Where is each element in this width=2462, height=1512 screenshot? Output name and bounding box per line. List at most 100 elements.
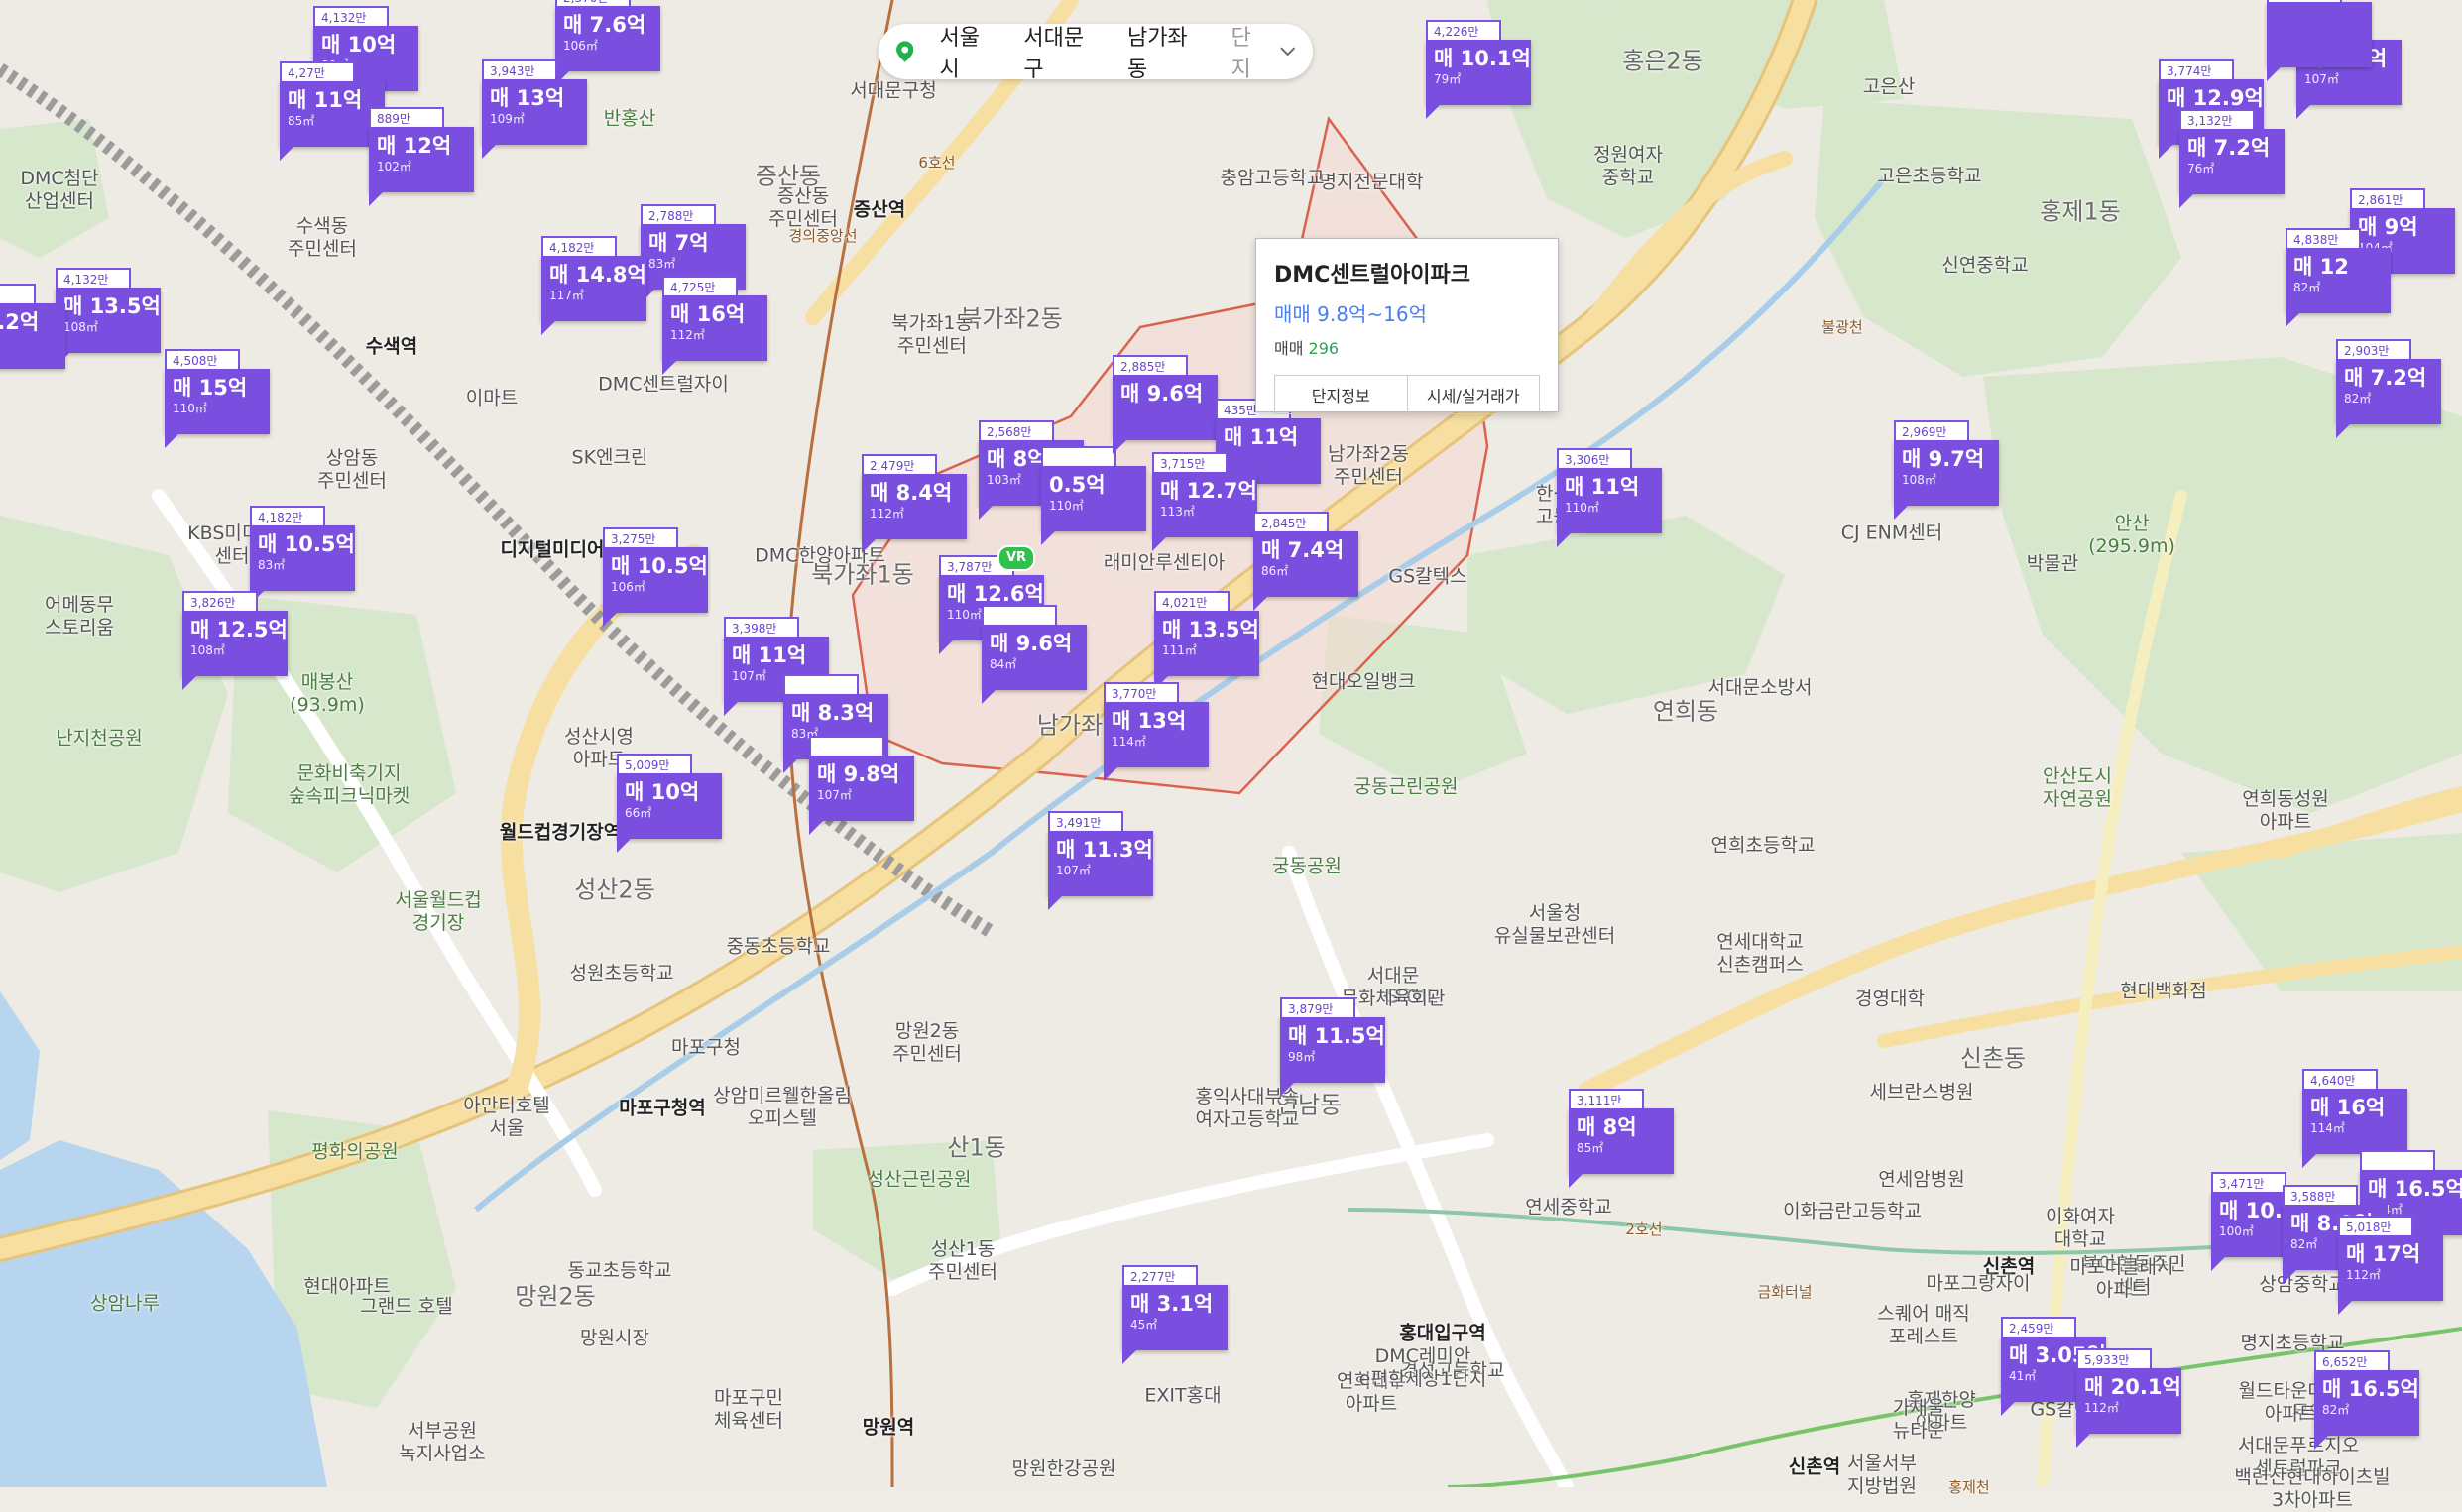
marker-pointer xyxy=(2286,313,2299,327)
map-label: 수색동 주민센터 xyxy=(288,215,357,260)
price-per-pyeong: 5,018만 xyxy=(2338,1216,2413,1235)
price-per-pyeong: 4,226만 xyxy=(1426,20,1501,40)
price-marker[interactable]: 매 9.8억 107㎡ xyxy=(809,736,914,835)
marker-body: 매 17억 112㎡ xyxy=(2338,1235,2443,1301)
price-marker[interactable]: 3,491만매 11.3억 107㎡ xyxy=(1048,811,1153,910)
sale-price: 매 7.4억 xyxy=(1261,538,1345,562)
price-marker[interactable]: 5,933만 매 20.1억 112㎡ xyxy=(2076,1348,2181,1448)
price-marker[interactable]: 4,182만 매 14.8억 117㎡ xyxy=(541,236,646,335)
map-label: 마포구청 xyxy=(671,1036,741,1059)
map-label: 증산역 xyxy=(853,198,906,221)
price-marker[interactable]: 0.5억 110㎡ xyxy=(1041,446,1146,545)
sale-price: 매 10억 xyxy=(625,780,700,804)
price-marker[interactable]: 3,715만 매 12.7억 113㎡ xyxy=(1152,452,1257,551)
price-per-pyeong: 3,491만 xyxy=(1048,811,1123,831)
sale-price: 매 9.6억 xyxy=(990,632,1073,655)
unit-area: 110㎡ xyxy=(1049,499,1084,513)
marker-pointer xyxy=(783,759,797,773)
unit-area: 85㎡ xyxy=(1577,1141,1604,1155)
price-marker[interactable]: 매 9.6억 84㎡ xyxy=(982,605,1087,704)
price-marker[interactable]: 4,508만 매 15억 110㎡ xyxy=(165,349,270,448)
marker-body: 매 8억 85㎡ xyxy=(1569,1108,1674,1174)
marker-body xyxy=(2267,2,2372,67)
marker-pointer xyxy=(2159,145,2172,159)
unit-area: 107㎡ xyxy=(1056,864,1091,877)
marker-pointer xyxy=(1569,1174,1583,1188)
price-marker[interactable]: 3,111만 매 8억 85㎡ xyxy=(1569,1089,1674,1188)
price-marker[interactable]: 3,132만 매 7.2억 76㎡ xyxy=(2179,109,2285,208)
price-per-pyeong: 2,903만 xyxy=(2336,339,2411,359)
unit-area: 82㎡ xyxy=(2293,281,2321,294)
price-per-pyeong: 3,943만 xyxy=(482,59,557,79)
price-marker[interactable]: 4,838만 매 12 82㎡ xyxy=(2286,228,2391,327)
sale-price: 매 8억 xyxy=(1577,1115,1637,1139)
price-marker[interactable]: 5,018만 매 17억 112㎡ xyxy=(2338,1216,2443,1315)
breadcrumb-district[interactable]: 서대문구 xyxy=(1023,20,1102,83)
sale-price: 매 12.6억 xyxy=(947,582,1044,606)
price-marker[interactable]: 4,132만 매 13.5억 108㎡ xyxy=(56,268,161,367)
map-label: 금화터널 xyxy=(1757,1283,1813,1301)
sale-price: 매 11억 xyxy=(1565,475,1640,499)
map-label: 동교초등학교 xyxy=(567,1259,672,1282)
complex-info-button[interactable]: 단지정보 xyxy=(1275,376,1407,413)
marker-body: 0.5억 110㎡ xyxy=(1041,466,1146,531)
price-marker[interactable]: 889만 매 12억 102㎡ xyxy=(369,107,474,206)
price-marker[interactable]: 2,885만 매 9.6억 xyxy=(1113,355,1218,454)
price-marker[interactable]: 3,275만 매 10.5억 106㎡ xyxy=(603,527,708,627)
map-label: 월드컵경기장역 xyxy=(499,821,622,844)
price-per-pyeong: 2,459만 xyxy=(2001,1317,2076,1337)
marker-pointer xyxy=(1041,531,1055,545)
price-marker[interactable]: 5,009만 매 10억 66㎡ xyxy=(617,754,722,853)
price-marker[interactable]: 6,652만 매 16.5억 82㎡ xyxy=(2314,1350,2419,1450)
sale-price: 매 16억 xyxy=(2310,1096,2386,1119)
map-label: 성산1동 주민센터 xyxy=(928,1238,997,1283)
price-per-pyeong xyxy=(2360,1150,2435,1170)
price-per-pyeong xyxy=(783,674,859,694)
price-marker[interactable]: 2,479만 매 8.4억 112㎡ xyxy=(862,454,967,553)
price-marker[interactable]: 107만 xyxy=(2267,0,2372,81)
price-marker[interactable]: 4,021만 매 13.5억 111㎡ xyxy=(1154,591,1259,690)
price-per-pyeong: 889만 xyxy=(369,107,444,127)
marker-body: 매 13.5억 111㎡ xyxy=(1154,611,1259,676)
complex-type-dropdown[interactable]: 단지 xyxy=(1231,20,1296,83)
sale-price: 매 7.2억 xyxy=(2187,136,2271,160)
price-marker[interactable]: 4,182만 매 10.5억 83㎡ xyxy=(250,506,355,605)
map-label: 궁동근린공원 xyxy=(1353,775,1459,798)
sale-price: 매 15억 xyxy=(173,376,248,400)
marker-pointer xyxy=(369,192,383,206)
unit-area: 112㎡ xyxy=(2084,1401,2119,1415)
map-label: CJ ENM센터 xyxy=(1840,522,1943,544)
unit-area: 113㎡ xyxy=(1160,505,1195,519)
map-label: 망원시장 xyxy=(580,1327,649,1349)
price-per-pyeong: 3,715만 xyxy=(1152,452,1228,472)
marker-body: 매 12.7억 113㎡ xyxy=(1152,472,1257,537)
price-marker[interactable]: 2,903만 매 7.2억 82㎡ xyxy=(2336,339,2441,438)
map-label: 성산근린공원 xyxy=(867,1168,972,1191)
price-marker[interactable]: 3,770만 매 13억 114㎡ xyxy=(1104,682,1209,781)
marker-pointer xyxy=(541,321,555,335)
price-history-button[interactable]: 시세/실거래가 xyxy=(1406,376,1540,413)
vr-badge[interactable]: VR xyxy=(997,545,1035,571)
sale-price: 매 7억 xyxy=(648,231,709,255)
marker-pointer xyxy=(982,690,996,704)
sale-price: 0.5억 xyxy=(1049,473,1106,497)
price-marker[interactable]: 3,306만 매 11억 110㎡ xyxy=(1557,448,1662,547)
map-label: 박물관 xyxy=(2026,552,2079,575)
price-marker[interactable]: 2,969만 매 9.7억 108㎡ xyxy=(1894,420,1999,520)
breadcrumb-city[interactable]: 서울시 xyxy=(939,20,997,83)
price-marker[interactable]: 4,226만 매 10.1억 79㎡ xyxy=(1426,20,1531,119)
complex-name[interactable]: DMC센트럴아이파크 xyxy=(1274,257,1540,289)
price-marker[interactable]: 7만 16.2억 xyxy=(0,284,65,383)
breadcrumb-neighborhood[interactable]: 남가좌동 xyxy=(1127,20,1206,83)
price-marker[interactable]: 2,277만 매 3.1억 45㎡ xyxy=(1122,1265,1228,1364)
price-marker[interactable]: 3,826만 매 12.5억 108㎡ xyxy=(182,591,288,690)
price-marker[interactable]: 2,845만 매 7.4억 86㎡ xyxy=(1253,512,1358,611)
listing-count-value: 296 xyxy=(1308,339,1340,358)
map-label: 이마트 xyxy=(465,387,519,409)
price-marker[interactable]: 4,725만 매 16억 112㎡ xyxy=(662,276,767,375)
sale-price: 매 11.3억 xyxy=(1056,838,1153,862)
price-marker[interactable]: 3,943만 매 13억 109㎡ xyxy=(482,59,587,159)
location-breadcrumb[interactable]: 서울시 서대문구 남가좌동 단지 xyxy=(879,24,1313,82)
price-marker[interactable]: 3,879만 매 11.5억 98㎡ xyxy=(1280,997,1385,1097)
sale-price: 매 11억 xyxy=(732,643,807,667)
